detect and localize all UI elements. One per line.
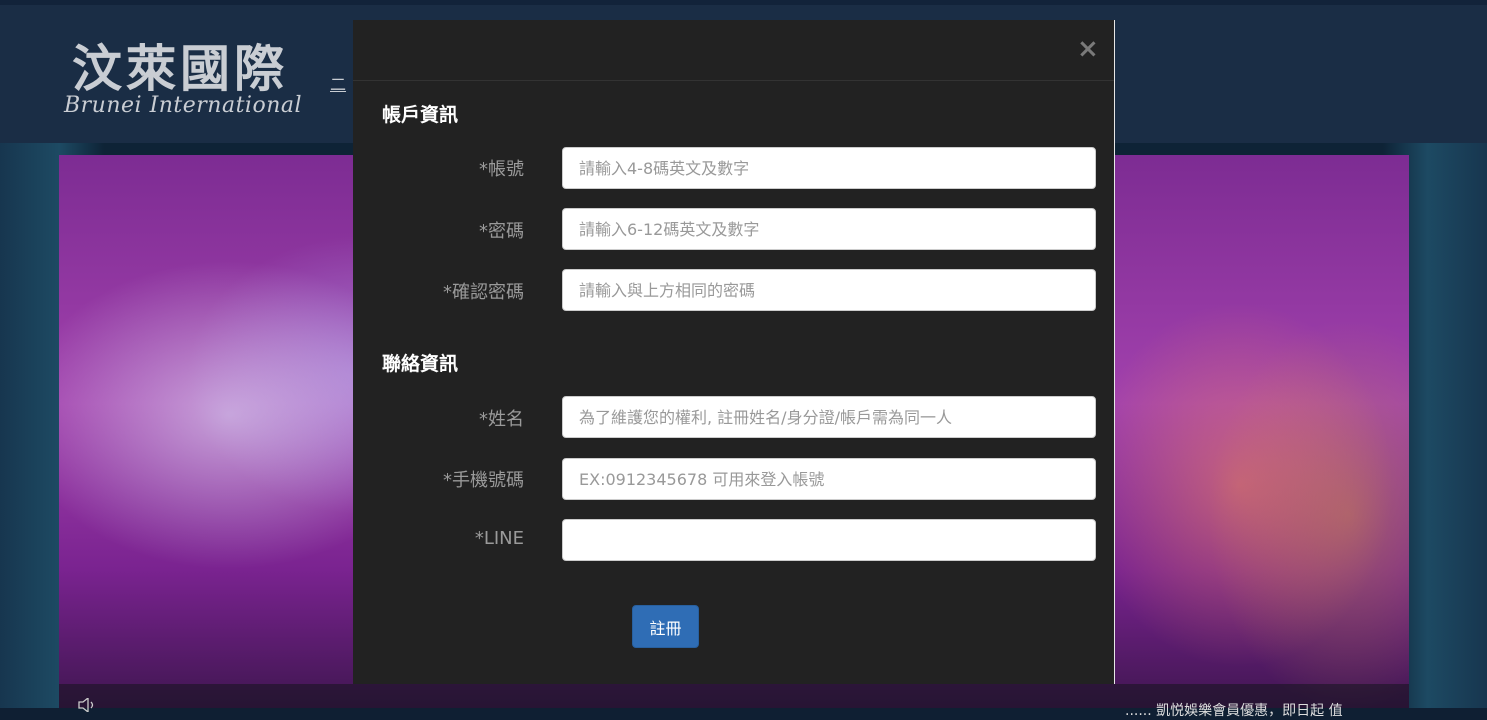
password-label: *密碼 [479, 221, 524, 242]
phone-input[interactable] [562, 458, 1096, 500]
account-section-title: 帳戶資訊 [382, 104, 459, 126]
phone-label: *手機號碼 [443, 470, 524, 491]
line-id-input[interactable] [562, 519, 1096, 561]
password-input[interactable] [562, 208, 1096, 250]
close-icon[interactable]: × [1077, 36, 1099, 62]
confirm-password-label: *確認密碼 [443, 282, 524, 303]
name-label: *姓名 [479, 409, 524, 430]
marquee-text: ...... 凱悦娛樂會員優惠，即日起 值 [1125, 703, 1343, 719]
logo-chinese[interactable]: 汶萊國際 [72, 29, 288, 101]
username-label: *帳號 [479, 159, 524, 180]
contact-section-title: 聯絡資訊 [382, 353, 459, 375]
username-input[interactable] [562, 147, 1096, 189]
line-id-label: *LINE [474, 528, 524, 549]
volume-icon[interactable] [78, 696, 100, 716]
name-input[interactable] [562, 396, 1096, 438]
confirm-password-input[interactable] [562, 269, 1096, 311]
logo-english[interactable]: Brunei International [64, 93, 302, 118]
modal-header: × [353, 20, 1114, 81]
register-modal: × 帳戶資訊 *帳號 *密碼 *確認密碼 聯絡資訊 *姓名 *手機號碼 *LIN… [353, 20, 1115, 684]
header-nav-link[interactable]: 二 [330, 71, 346, 95]
register-button[interactable]: 註冊 [632, 605, 699, 648]
